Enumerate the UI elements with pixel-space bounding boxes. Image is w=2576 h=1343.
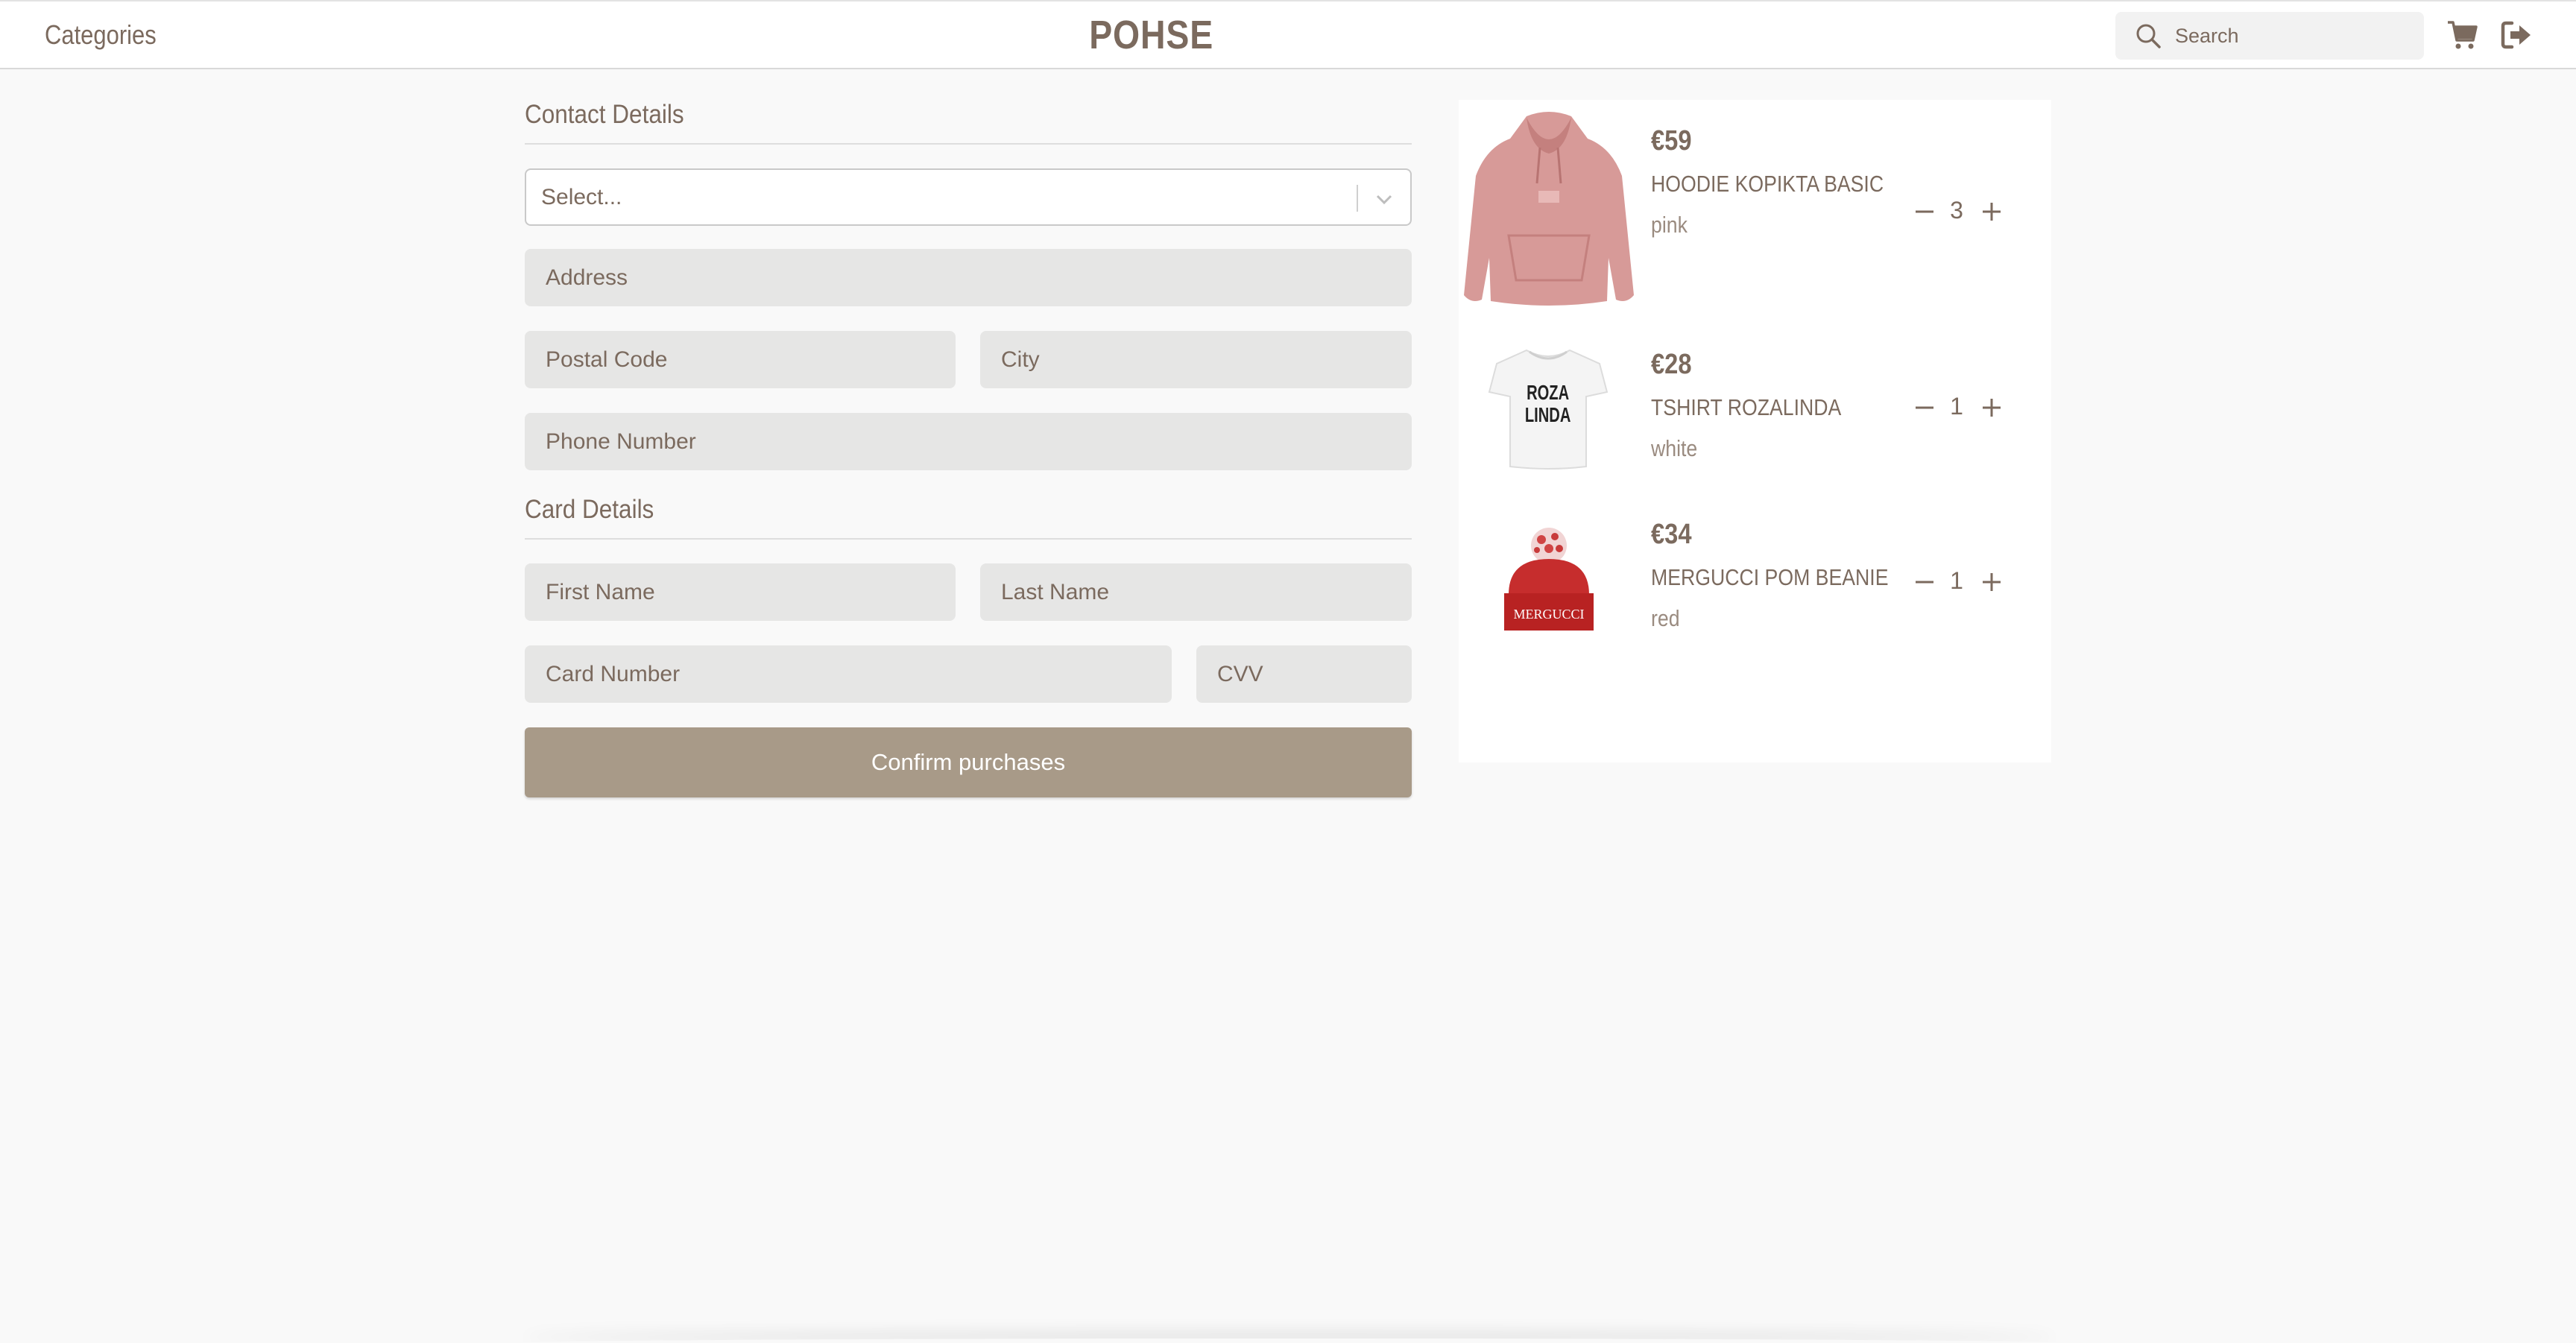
chevron-down-icon[interactable] [1373,188,1395,210]
categories-link[interactable]: Categories [45,19,157,51]
tshirt-print-line-2: LINDA [1525,404,1571,427]
phone-number-field[interactable] [525,413,1412,470]
select-placeholder: Select... [541,185,622,209]
contact-select[interactable]: Select... [525,168,1412,226]
contact-divider [525,143,1412,145]
item-price: €34 [1651,519,1692,550]
cvv-field[interactable] [1196,645,1412,703]
minus-icon[interactable] [1913,200,1936,223]
item-quantity: 1 [1950,393,1963,420]
select-separator [1357,185,1358,212]
item-color: pink [1651,212,1688,238]
plus-icon[interactable] [1980,571,2003,593]
last-name-field[interactable] [980,563,1412,621]
minus-icon[interactable] [1913,396,1936,419]
city-field[interactable] [980,331,1412,388]
brand-logo[interactable]: POHSE [1089,12,1213,58]
contact-details-heading: Contact Details [525,100,684,129]
plus-icon[interactable] [1980,396,2003,419]
top-navbar: Categories POHSE [0,0,2576,69]
search-input[interactable] [2175,12,2414,60]
footer-shadow [522,1339,2057,1343]
item-quantity: 3 [1950,197,1963,224]
cart-icon[interactable] [2446,19,2478,51]
confirm-purchases-button[interactable]: Confirm purchases [525,727,1412,797]
beanie-image[interactable]: MERGUCCI [1501,526,1597,632]
tshirt-print-line-1: ROZA [1527,382,1569,405]
item-quantity: 1 [1950,567,1963,594]
postal-code-field[interactable] [525,331,956,388]
minus-icon[interactable] [1913,571,1936,593]
item-name[interactable]: MERGUCCI POM BEANIE [1651,564,1888,591]
tshirt-image[interactable]: ROZA LINDA [1488,347,1609,470]
first-name-field[interactable] [525,563,956,621]
item-name[interactable]: HOODIE KOPIKTA BASIC [1651,171,1884,197]
search-box[interactable] [2115,12,2424,60]
beanie-print-text: MERGUCCI [1513,607,1584,622]
logout-icon[interactable] [2500,19,2533,51]
card-number-field[interactable] [525,645,1172,703]
card-divider [525,538,1412,540]
item-price: €59 [1651,125,1692,157]
address-field[interactable] [525,249,1412,306]
plus-icon[interactable] [1980,200,2003,223]
card-details-heading: Card Details [525,495,654,524]
item-color: red [1651,605,1680,631]
search-icon [2136,24,2161,48]
item-name[interactable]: TSHIRT ROZALINDA [1651,394,1841,421]
item-price: €28 [1651,349,1692,380]
hoodie-image[interactable] [1462,109,1635,306]
item-color: white [1651,435,1698,461]
